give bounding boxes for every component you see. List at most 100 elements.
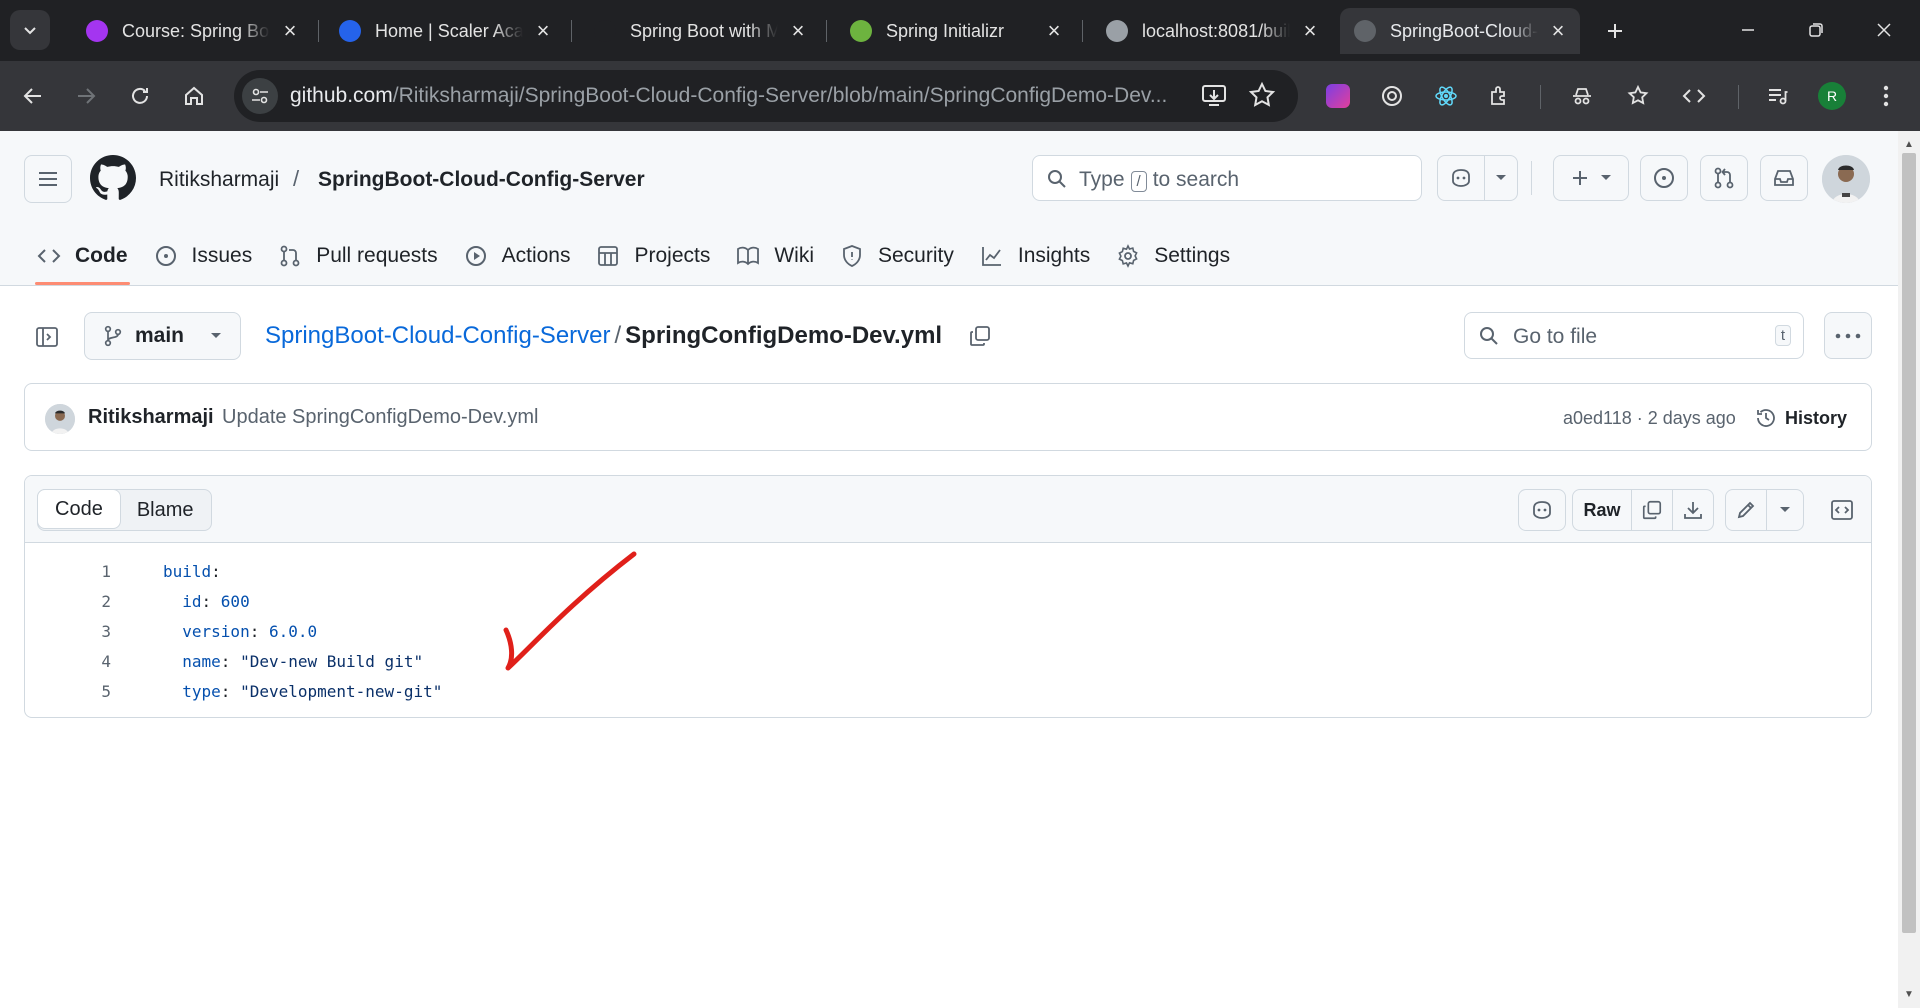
devtools-button[interactable] [1676, 78, 1712, 114]
shield-icon [843, 245, 861, 267]
line-number[interactable]: 2 [25, 592, 111, 611]
inbox-button[interactable] [1760, 155, 1808, 201]
go-to-file-input[interactable]: Go to file t [1464, 312, 1804, 359]
react-devtools-button[interactable] [1428, 78, 1464, 114]
extensions-button[interactable] [1482, 78, 1518, 114]
copy-path-button[interactable] [966, 322, 994, 350]
spring-icon [850, 20, 872, 42]
tab-insights[interactable]: Insights [968, 227, 1102, 285]
tab-security[interactable]: Security [828, 227, 966, 285]
tab-pull-requests[interactable]: Pull requests [266, 227, 449, 285]
commit-author-link[interactable]: Ritiksharmaji [88, 406, 214, 429]
copilot-icon [1452, 169, 1470, 187]
scroll-down-arrow[interactable]: ▼ [1903, 989, 1915, 1000]
edit-file-button[interactable] [1725, 489, 1767, 531]
line-number[interactable]: 3 [25, 622, 111, 641]
minimize-button[interactable] [1728, 12, 1768, 48]
incognito-button[interactable] [1564, 78, 1600, 114]
author-avatar[interactable] [45, 404, 75, 434]
new-tab-button[interactable] [1598, 14, 1632, 48]
tab-issues[interactable]: Issues [142, 227, 265, 285]
copilot-ask-button[interactable] [1518, 489, 1566, 531]
back-button[interactable] [15, 78, 51, 114]
close-tab-icon[interactable]: × [1548, 20, 1568, 42]
tab-search-button[interactable] [10, 10, 50, 50]
repo-name-link[interactable]: SpringBoot-Cloud-Config-Server [318, 168, 645, 192]
browser-tab[interactable]: localhost:8081/buil × [1092, 8, 1332, 54]
breadcrumb-repo-link[interactable]: SpringBoot-Cloud-Config-Server [265, 322, 611, 349]
media-button[interactable] [1760, 78, 1796, 114]
extension-purple-button[interactable] [1320, 78, 1356, 114]
tab-settings[interactable]: Settings [1104, 227, 1242, 285]
close-tab-icon[interactable]: × [280, 20, 300, 42]
bookmark-star-icon[interactable] [1248, 81, 1276, 114]
reload-button[interactable] [122, 78, 158, 114]
nav-item-label: Insights [1017, 244, 1091, 267]
global-nav-menu-button[interactable] [24, 155, 72, 203]
pull-requests-button[interactable] [1700, 155, 1748, 201]
forward-button[interactable] [68, 78, 104, 114]
install-app-icon[interactable] [1200, 81, 1228, 114]
close-tab-icon[interactable]: × [1300, 20, 1320, 42]
browser-tab[interactable]: Home | Scaler Academy × [325, 8, 565, 54]
tab-wiki[interactable]: Wiki [724, 227, 826, 285]
issue-icon [155, 246, 176, 266]
browser-tab[interactable]: Spring Boot with M × [580, 8, 820, 54]
copilot-button[interactable] [1437, 155, 1485, 201]
search-input[interactable]: Type / to search [1032, 155, 1422, 201]
tab-projects[interactable]: Projects [584, 227, 722, 285]
kebab-horizontal-icon [1835, 333, 1861, 338]
download-button[interactable] [1672, 489, 1714, 531]
home-button[interactable] [176, 78, 212, 114]
line-number[interactable]: 1 [25, 562, 111, 581]
close-tab-icon[interactable]: × [788, 20, 808, 42]
browser-tab[interactable]: SpringBoot-Cloud- × [1340, 8, 1580, 54]
collapse-file-tree-button[interactable] [32, 322, 62, 352]
edit-dropdown-button[interactable] [1766, 489, 1804, 531]
breadcrumb-separator: / [614, 322, 622, 349]
site-info-button[interactable] [242, 78, 278, 114]
extension-target-button[interactable] [1374, 78, 1410, 114]
repo-owner-link[interactable]: Ritiksharmaji [159, 168, 279, 192]
restore-button[interactable] [1796, 12, 1836, 48]
create-new-button[interactable] [1553, 155, 1629, 201]
chrome-menu-button[interactable] [1868, 78, 1904, 114]
copy-raw-button[interactable] [1631, 489, 1673, 531]
commit-meta[interactable]: a0ed118 · 2 days ago [1563, 408, 1736, 429]
address-bar[interactable]: github.com/Ritiksharmaji/SpringBoot-Clou… [234, 70, 1298, 122]
browser-tab[interactable]: Spring Initializr × [836, 8, 1076, 54]
close-window-button[interactable] [1864, 12, 1904, 48]
tab-code[interactable]: Code [25, 227, 140, 285]
user-avatar[interactable] [1822, 155, 1870, 203]
line-number[interactable]: 4 [25, 652, 111, 671]
scroll-up-arrow[interactable]: ▲ [1903, 139, 1915, 150]
symbols-panel-button[interactable] [1824, 489, 1860, 531]
pull-request-icon [280, 245, 300, 267]
issues-button[interactable] [1640, 155, 1688, 201]
tab-actions[interactable]: Actions [452, 227, 583, 285]
history-button[interactable]: History [1755, 400, 1847, 436]
line-number[interactable]: 5 [25, 682, 111, 701]
github-logo-icon[interactable] [90, 155, 136, 206]
close-tab-icon[interactable]: × [1044, 20, 1064, 42]
raw-button[interactable]: Raw [1572, 489, 1632, 531]
commit-message-link[interactable]: Update SpringConfigDemo-Dev.yml [222, 406, 538, 429]
profile-button[interactable]: R [1814, 78, 1850, 114]
bookmarks-button[interactable] [1620, 78, 1656, 114]
browser-tab-title: localhost:8081/buil [1142, 20, 1290, 41]
branch-selector-button[interactable]: main [84, 312, 241, 360]
puzzle-icon [1491, 86, 1505, 105]
scrollbar-thumb[interactable] [1902, 153, 1916, 933]
copilot-dropdown-button[interactable] [1484, 155, 1518, 201]
blame-tab[interactable]: Blame [120, 490, 211, 530]
browser-tab-title: Spring Initializr [886, 20, 1005, 41]
close-tab-icon[interactable]: × [533, 20, 553, 42]
code-line: 3 version: 6.0.0 [25, 616, 442, 646]
code-tab[interactable]: Code [37, 489, 121, 529]
browser-tab[interactable]: Course: Spring Boot × [72, 8, 312, 54]
page-scrollbar[interactable]: ▲ ▼ [1898, 131, 1920, 1008]
more-options-button[interactable] [1824, 312, 1872, 359]
latest-commit-box: Ritiksharmaji Update SpringConfigDemo-De… [24, 383, 1872, 451]
nav-item-label: Wiki [774, 244, 814, 267]
